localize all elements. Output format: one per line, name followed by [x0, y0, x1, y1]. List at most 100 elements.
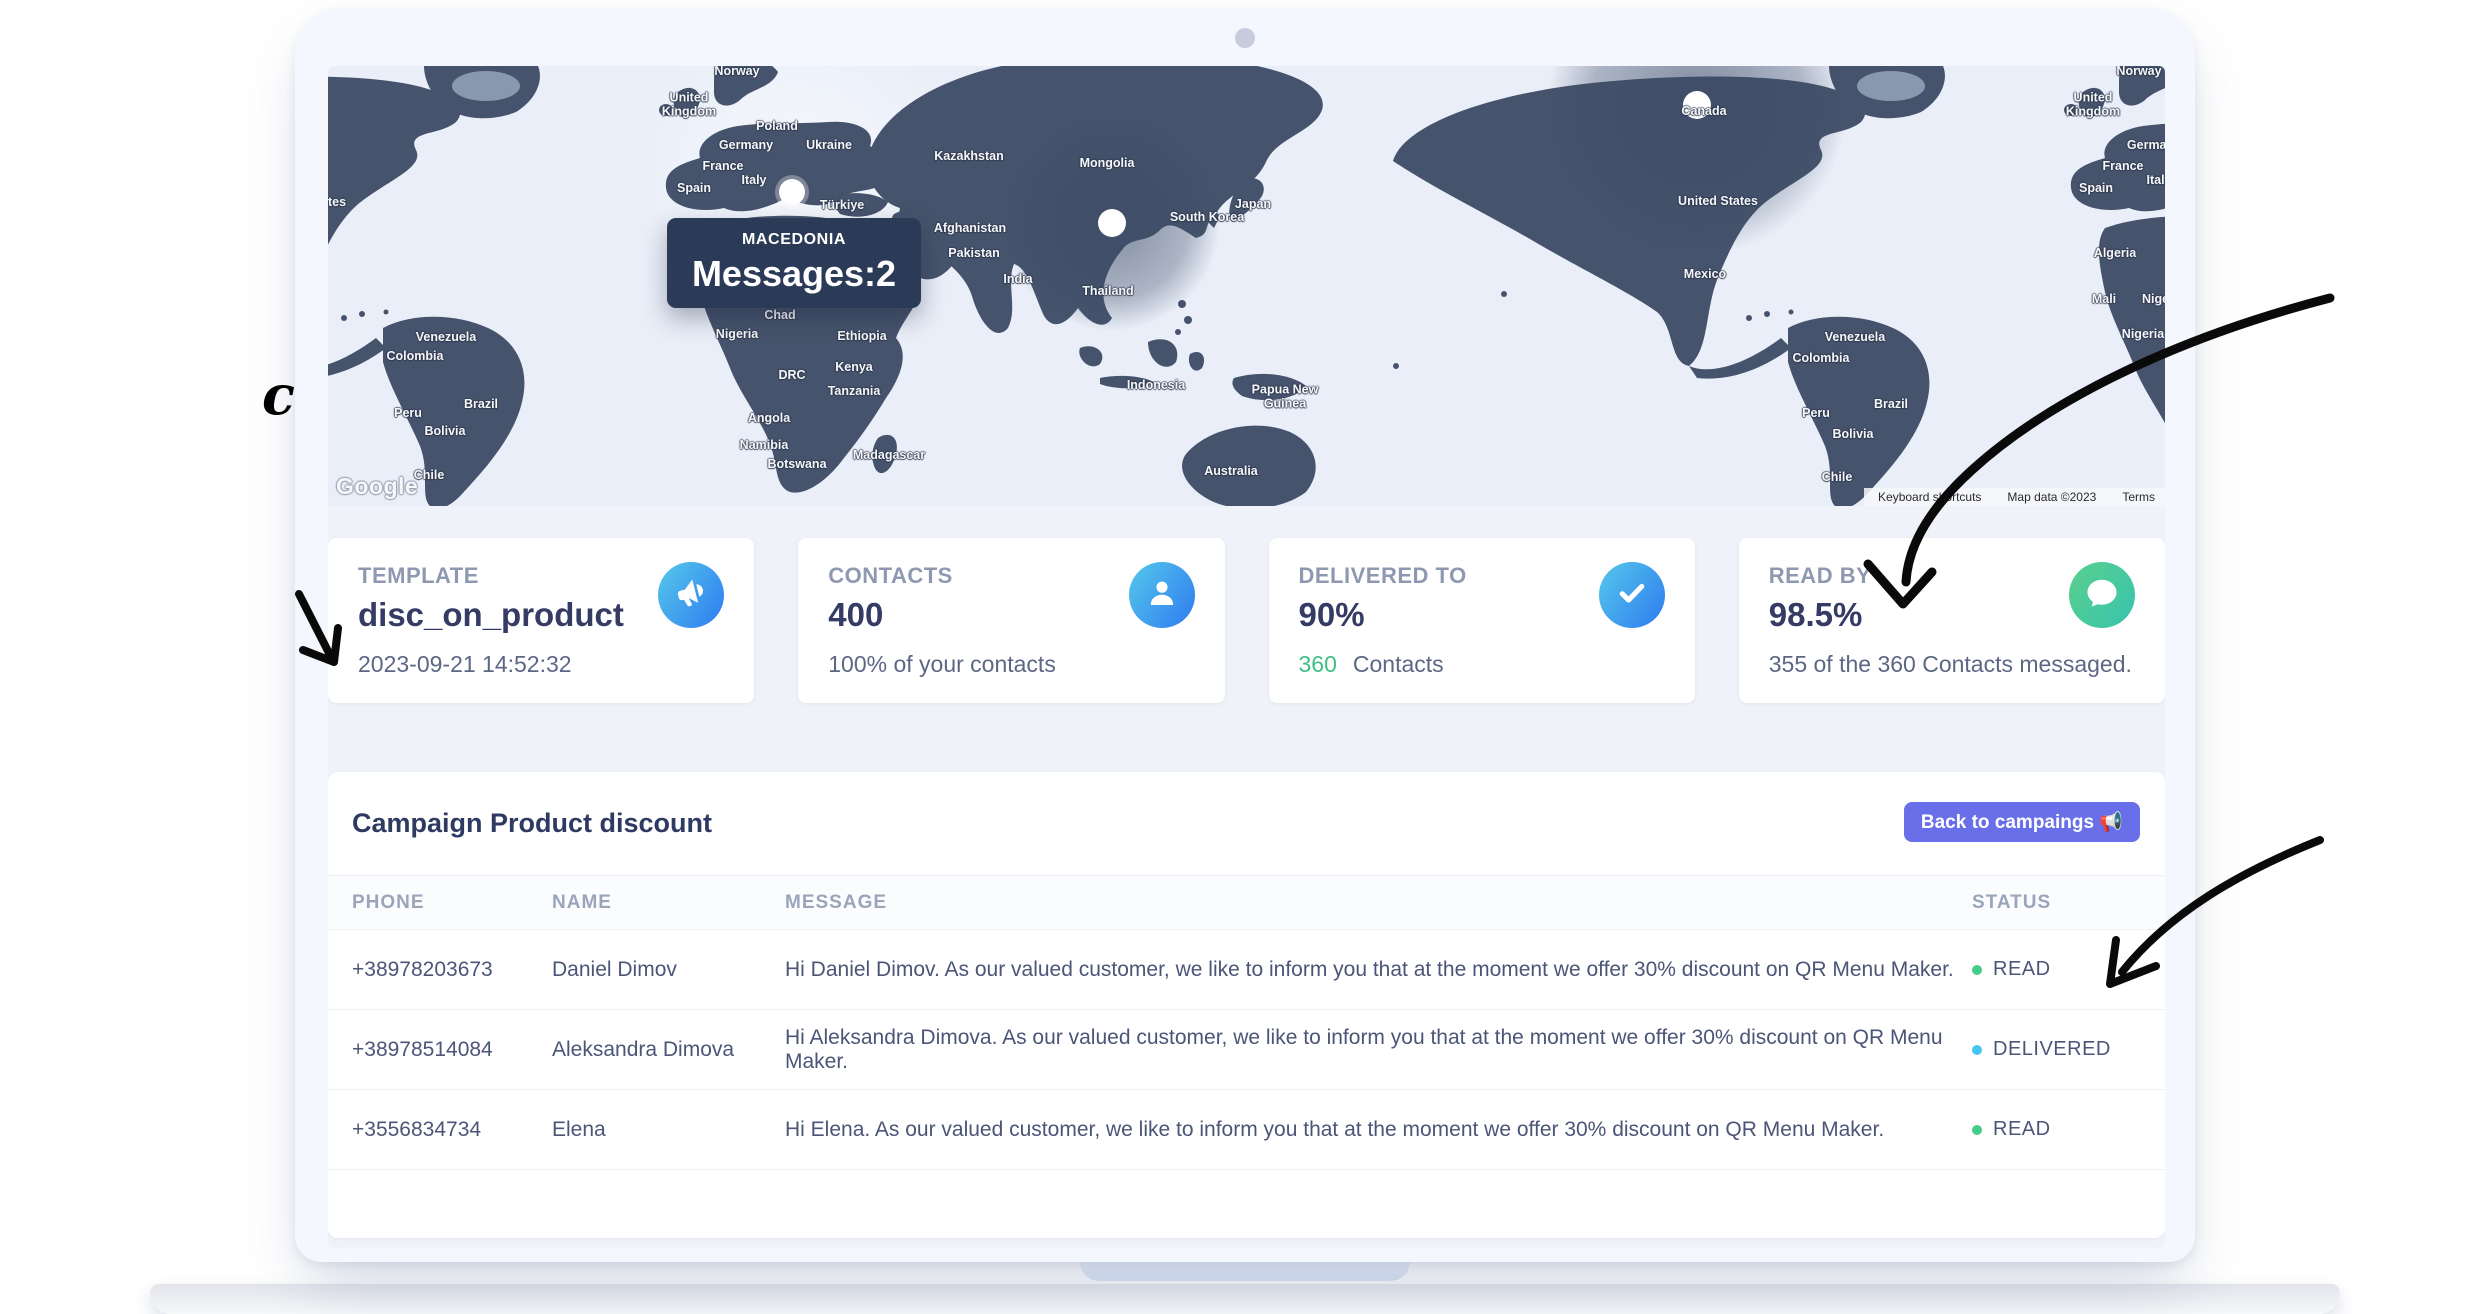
map-country-label: Poland — [756, 120, 798, 134]
script-letter-c: c — [262, 363, 295, 427]
map-country-label: Bolivia — [425, 425, 466, 439]
stat-cards-row: TEMPLATE disc_on_product 2023-09-21 14:5… — [328, 538, 2165, 703]
map-country-label: Nigeria — [716, 328, 758, 342]
status-label: DELIVERED — [1993, 1038, 2111, 1061]
laptop-notch — [1080, 1262, 1410, 1281]
page: Norway United Kingdom Poland Germany Ukraine… — [0, 0, 2490, 1314]
map-country-label: Kazakhstan — [934, 150, 1003, 164]
stat-subtext: 360 Contacts — [1299, 651, 1665, 678]
campaign-panel: Campaign Product discount Back to campai… — [328, 772, 2165, 1238]
cell-status: DELIVERED — [1972, 1038, 2165, 1061]
status-dot — [1972, 1125, 1982, 1135]
map-country-label: Mexico — [1684, 268, 1726, 282]
map-country-label: South Korea — [1170, 211, 1244, 225]
map-country-label: Peru — [394, 407, 422, 421]
stat-card-read: READ BY 98.5% 355 of the 360 Contacts me… — [1739, 538, 2165, 703]
map-country-label: Colombia — [1793, 352, 1850, 366]
status-label: READ — [1993, 1118, 2051, 1141]
map-country-label: Mongolia — [1080, 157, 1135, 171]
map-country-label: Venezuela — [416, 331, 476, 345]
back-to-campaigns-button[interactable]: Back to campaings 📢 — [1904, 802, 2140, 842]
map-country-label: Italy — [741, 174, 766, 188]
column-header-status: STATUS — [1972, 892, 2165, 914]
user-icon — [1144, 575, 1180, 616]
map-country-label: United States — [1678, 195, 1758, 209]
map-country-label: France — [2103, 160, 2144, 174]
stat-card-delivered: DELIVERED TO 90% 360Contacts — [1269, 538, 1695, 703]
tooltip-country: MACEDONIA — [667, 231, 921, 249]
table-body: +38978203673 Daniel Dimov Hi Daniel Dimo… — [328, 930, 2165, 1170]
map-country-label: Chile — [414, 469, 445, 483]
map-country-label: Brazil — [1874, 398, 1908, 412]
map-data-label: Map data ©2023 — [2007, 490, 2096, 504]
map-country-label: Türkiye — [820, 199, 864, 213]
map-country-label: Spain — [2079, 182, 2113, 196]
terms-link[interactable]: Terms — [2122, 490, 2155, 504]
cell-phone: +38978203673 — [352, 958, 552, 982]
stat-subtext: 355 of the 360 Contacts messaged. — [1769, 651, 2135, 678]
table-header: PHONE NAME MESSAGE STATUS — [328, 875, 2165, 930]
map-country-label: France — [703, 160, 744, 174]
map-country-label: United Kingdom — [2061, 91, 2125, 119]
stat-subtext-rest: Contacts — [1353, 651, 1444, 677]
map-country-label: Niger — [2142, 293, 2165, 307]
map-country-label: Angola — [748, 412, 790, 426]
map-country-label: Chad — [764, 309, 795, 323]
table-row: +3556834734 Elena Hi Elena. As our value… — [328, 1090, 2165, 1170]
laptop-body: Norway United Kingdom Poland Germany Ukraine… — [295, 8, 2195, 1262]
map-country-label: Chile — [1822, 471, 1853, 485]
column-header-name: NAME — [552, 892, 785, 914]
cell-message: Hi Elena. As our valued customer, we lik… — [785, 1118, 1972, 1142]
map-country-label: Madagascar — [853, 449, 925, 463]
map-country-label: Ethiopia — [837, 330, 886, 344]
stat-subtext-accent: 360 — [1299, 651, 1337, 677]
map-country-label: Spain — [677, 182, 711, 196]
map-tooltip: MACEDONIA Messages:2 — [667, 218, 921, 308]
check-icon — [1614, 575, 1650, 616]
map-country-label: Bolivia — [1833, 428, 1874, 442]
table-row: +38978514084 Aleksandra Dimova Hi Aleksa… — [328, 1010, 2165, 1090]
google-logo: Google — [336, 473, 418, 500]
map-country-label: Brazil — [464, 398, 498, 412]
map-country-label: Japan — [1235, 198, 1271, 212]
status-label: READ — [1993, 958, 2051, 981]
stat-subtext: 2023-09-21 14:52:32 — [358, 651, 724, 678]
status-dot — [1972, 1045, 1982, 1055]
map-country-label: Nigeria — [2122, 328, 2164, 342]
cell-name: Elena — [552, 1118, 785, 1142]
map-country-label: Pakistan — [948, 247, 999, 261]
dashboard-screen: Norway United Kingdom Poland Germany Ukraine… — [328, 66, 2165, 1248]
map-country-label: Indonesia — [1127, 379, 1185, 393]
world-map[interactable]: Norway United Kingdom Poland Germany Ukraine… — [328, 66, 2165, 506]
map-country-label: Peru — [1802, 407, 1830, 421]
cell-phone: +3556834734 — [352, 1118, 552, 1142]
map-country-label: Botswana — [767, 458, 826, 472]
cell-status: READ — [1972, 958, 2165, 981]
status-dot — [1972, 965, 1982, 975]
cell-message: Hi Daniel Dimov. As our valued customer,… — [785, 958, 1972, 982]
map-attribution: Keyboard shortcuts Map data ©2023 Terms — [1864, 488, 2165, 506]
map-country-label: United Kingdom — [657, 91, 721, 119]
campaign-title: Campaign Product discount — [352, 808, 712, 839]
stat-card-template: TEMPLATE disc_on_product 2023-09-21 14:5… — [328, 538, 754, 703]
cell-name: Daniel Dimov — [552, 958, 785, 982]
laptop-base — [150, 1284, 2340, 1314]
map-country-label: Ukraine — [806, 139, 852, 153]
cell-phone: +38978514084 — [352, 1038, 552, 1062]
map-country-label: tes — [328, 196, 346, 210]
map-country-label: Norway — [2116, 66, 2161, 79]
laptop-camera-dot — [1235, 28, 1255, 48]
column-header-message: MESSAGE — [785, 892, 1972, 914]
map-country-label: Norway — [714, 66, 759, 79]
map-country-label: Germany — [2127, 139, 2165, 153]
map-country-label: Australia — [1204, 465, 1258, 479]
map-country-label: Namibia — [740, 439, 789, 453]
map-country-label: Kenya — [835, 361, 873, 375]
keyboard-shortcuts-link[interactable]: Keyboard shortcuts — [1878, 490, 1981, 504]
map-country-label: Thailand — [1082, 285, 1133, 299]
table-row: +38978203673 Daniel Dimov Hi Daniel Dimo… — [328, 930, 2165, 1010]
map-country-label: Canada — [1681, 105, 1726, 119]
map-country-label: Germany — [719, 139, 773, 153]
map-country-label: Mali — [2092, 293, 2116, 307]
tooltip-messages: Messages:2 — [667, 253, 921, 295]
